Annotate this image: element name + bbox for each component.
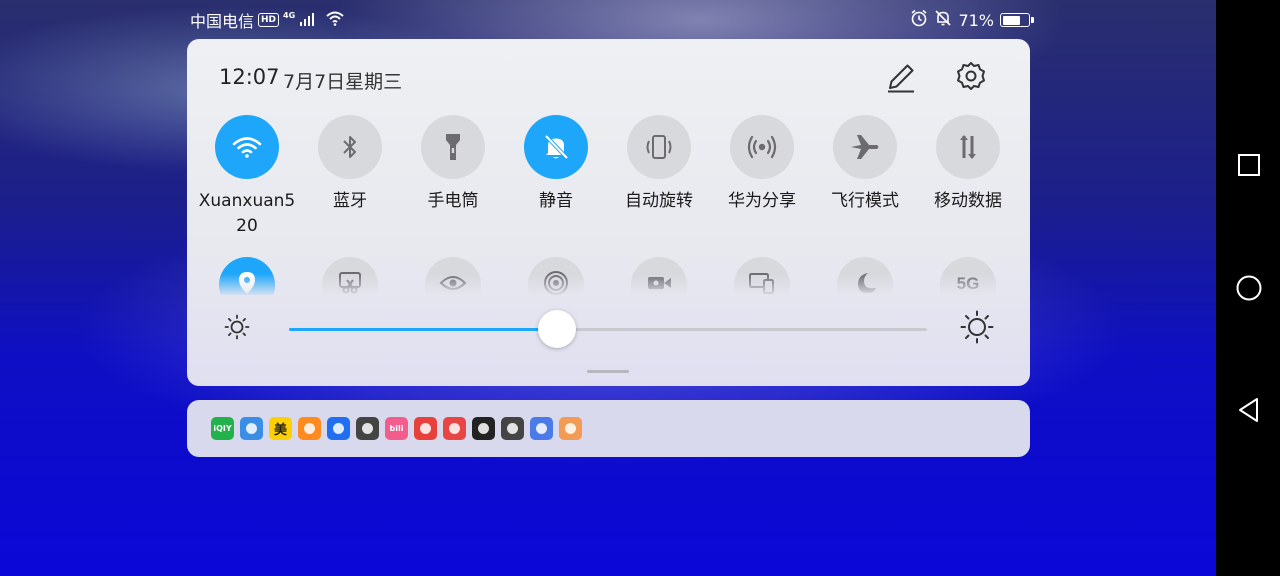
toggle-bluetooth-circle[interactable] — [318, 115, 382, 179]
back-icon — [1239, 398, 1258, 422]
battery-percent: 71% — [958, 10, 994, 30]
quick-settings-panel: 12:07 7月7日星期三 Xuanxuan5 20 蓝牙 手电筒 静音 自动旋… — [187, 39, 1030, 386]
toggle-label: 飞行模式 — [831, 191, 899, 211]
iqiyi-app-icon[interactable]: iQIY — [211, 417, 234, 440]
browser-app-icon[interactable] — [240, 417, 263, 440]
settings-button[interactable] — [953, 59, 989, 95]
carrier-label: 中国电信 — [190, 12, 255, 31]
music-app-icon[interactable] — [530, 417, 553, 440]
wifi-icon — [325, 10, 345, 30]
mobile-data-icon — [960, 135, 976, 159]
toggle-huawei-share-circle[interactable] — [730, 115, 794, 179]
recent-apps-icon — [1238, 154, 1260, 176]
toggle-bluetooth[interactable]: 蓝牙 — [298, 115, 402, 214]
video-app-icon[interactable] — [298, 417, 321, 440]
brightness-slider[interactable] — [289, 310, 927, 348]
row-fade — [187, 274, 1030, 296]
notification-app-icons: iQIY 美 bili — [211, 417, 582, 440]
battery-fill — [1002, 15, 1021, 25]
pencil-icon — [888, 64, 914, 93]
back-button[interactable] — [1236, 397, 1262, 423]
huawei-share-icon — [747, 135, 777, 159]
toggle-label: 静音 — [539, 191, 573, 211]
status-bar-left: 中国电信 HD 4G — [190, 8, 345, 32]
brightness-high-icon — [959, 309, 995, 345]
home-button[interactable] — [1236, 275, 1262, 301]
toggle-label-line-1: Xuanxuan5 — [198, 191, 296, 211]
toggle-silent[interactable]: 静音 — [504, 115, 608, 214]
airplane-icon — [851, 135, 879, 159]
recent-apps-button[interactable] — [1236, 152, 1262, 178]
wechat-app-icon[interactable] — [501, 417, 524, 440]
toggle-wifi-circle[interactable] — [215, 115, 279, 179]
gear-icon — [957, 62, 985, 90]
status-bar: 中国电信 HD 4G 71% — [190, 8, 1034, 32]
toggle-label: 蓝牙 — [333, 191, 367, 211]
meituan-app-icon[interactable]: 美 — [269, 417, 292, 440]
brightness-slider-thumb[interactable] — [537, 310, 576, 348]
toggle-huawei-share[interactable]: 华为分享 — [710, 115, 814, 214]
date-label[interactable]: 7月7日星期三 — [283, 67, 402, 94]
toggle-label: Xuanxuan5 20 — [195, 189, 299, 239]
messages-app-icon[interactable] — [559, 417, 582, 440]
signal-icon — [299, 11, 315, 30]
cloud-app-icon[interactable] — [356, 417, 379, 440]
reader-app-icon[interactable] — [443, 417, 466, 440]
brightness-slider-fill — [289, 328, 557, 331]
bilibili-app-icon[interactable]: bili — [385, 417, 408, 440]
tips-app-icon[interactable] — [327, 417, 350, 440]
mute-icon — [934, 9, 952, 31]
battery-icon — [1000, 13, 1034, 27]
bell-off-icon — [544, 134, 569, 160]
clock-time[interactable]: 12:07 — [219, 65, 280, 89]
brightness-low-icon — [223, 313, 251, 341]
status-bar-right: 71% — [910, 8, 1034, 32]
toggle-label: 移动数据 — [934, 191, 1002, 211]
auto-rotate-icon — [646, 135, 672, 159]
toggle-airplane-mode[interactable]: 飞行模式 — [813, 115, 917, 214]
toggle-label: 手电筒 — [427, 191, 479, 211]
toggle-flashlight[interactable]: 手电筒 — [401, 115, 505, 214]
huawei-app-icon[interactable] — [414, 417, 437, 440]
toggle-label: 自动旋转 — [625, 191, 693, 211]
toggle-auto-rotate-circle[interactable] — [627, 115, 691, 179]
toggle-auto-rotate[interactable]: 自动旋转 — [607, 115, 711, 214]
network-type-label: 4G — [283, 10, 296, 20]
expand-handle[interactable] — [587, 370, 629, 373]
toggle-label-line-2: 20 — [236, 216, 258, 236]
alarm-icon — [910, 9, 928, 31]
toggle-airplane-mode-circle[interactable] — [833, 115, 897, 179]
toggle-label: 华为分享 — [728, 191, 796, 211]
navigation-bar — [1216, 0, 1280, 576]
notification-panel[interactable]: iQIY 美 bili — [187, 400, 1030, 457]
edit-button[interactable] — [883, 59, 919, 95]
bluetooth-icon — [343, 136, 356, 158]
brightness-control — [187, 307, 1030, 351]
toggle-flashlight-circle[interactable] — [421, 115, 485, 179]
toggle-silent-circle[interactable] — [524, 115, 588, 179]
hd-badge: HD — [258, 13, 280, 27]
wifi-icon — [232, 137, 262, 158]
toggle-wifi[interactable]: Xuanxuan5 20 — [195, 115, 299, 239]
flashlight-icon — [446, 134, 460, 160]
home-icon — [1236, 275, 1262, 301]
toggle-mobile-data-circle[interactable] — [936, 115, 1000, 179]
toggle-mobile-data[interactable]: 移动数据 — [916, 115, 1020, 214]
qq-app-icon[interactable] — [472, 417, 495, 440]
